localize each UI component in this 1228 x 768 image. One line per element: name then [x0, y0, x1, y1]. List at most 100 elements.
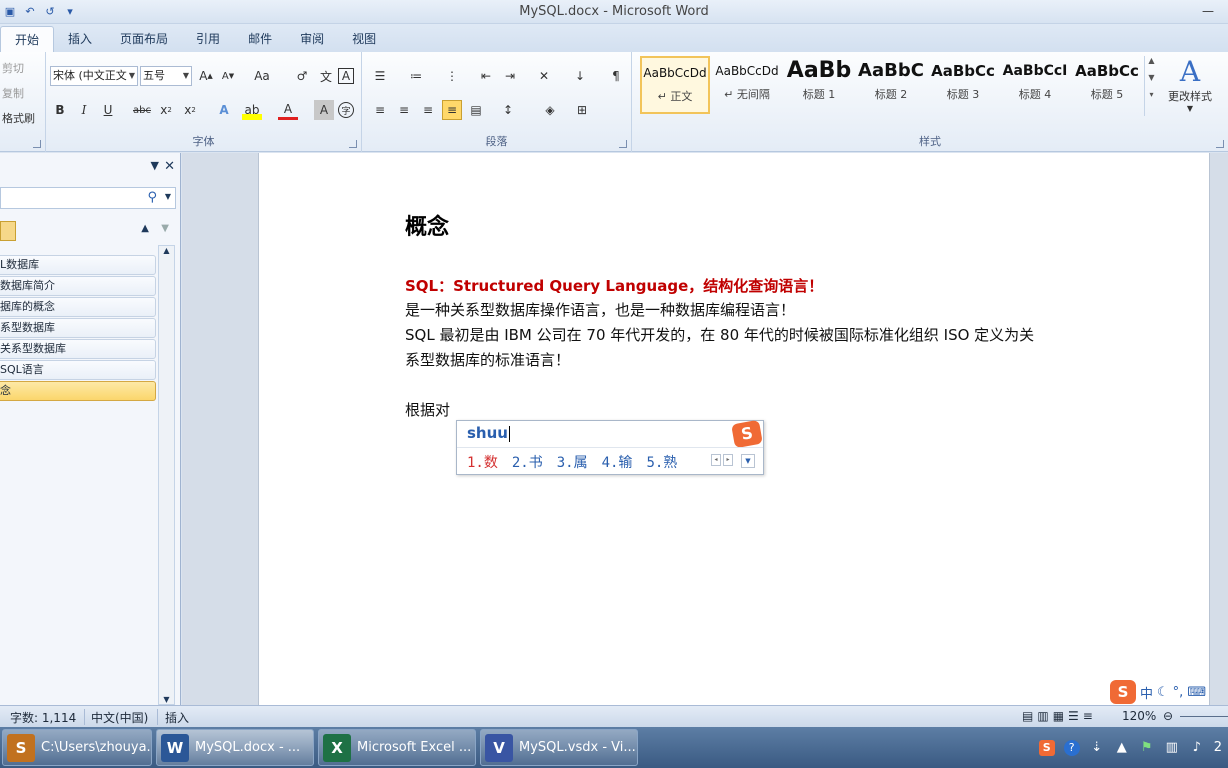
phonetic-guide-icon[interactable]: 文 — [316, 66, 336, 86]
ime-next-page-icon[interactable]: ▸ — [723, 454, 733, 466]
ime-lang-toggle[interactable]: 中 — [1140, 683, 1153, 702]
styles-launcher-icon[interactable] — [1216, 140, 1224, 148]
nav-heading-item[interactable]: 系型数据库 — [0, 318, 156, 338]
shrink-font-button[interactable]: A ▼ — [218, 66, 238, 86]
show-hidden-icon[interactable]: ▲ — [1114, 740, 1130, 756]
tab-view[interactable]: 视图 — [338, 26, 390, 52]
clock[interactable]: 2 — [1214, 740, 1222, 756]
enclose-char-icon[interactable]: 字 — [338, 102, 354, 118]
sogou-tray-icon[interactable]: S — [1038, 739, 1055, 756]
language-indicator[interactable]: 中文(中国) — [91, 709, 148, 726]
char-shading-button[interactable]: A — [314, 100, 334, 120]
strikethrough-button[interactable]: abc — [132, 100, 152, 120]
nav-search-input[interactable]: ⚲ ▼ — [0, 187, 176, 209]
usb-icon[interactable]: ⇣ — [1089, 740, 1105, 756]
text-effects-button[interactable]: A — [214, 100, 234, 120]
search-icon[interactable]: ⚲ — [147, 190, 157, 205]
grow-font-button[interactable]: A ▲ — [196, 66, 216, 86]
decrease-indent-icon[interactable]: ⇤ — [476, 66, 496, 86]
next-heading-icon[interactable]: ▼ — [161, 223, 169, 234]
style-heading-4[interactable]: AaBbCcI 标题 4 — [1000, 56, 1070, 114]
nav-heading-item[interactable]: SQL语言 — [0, 360, 156, 380]
clipboard-launcher-icon[interactable] — [33, 140, 41, 148]
styles-scroll[interactable]: ▲ ▼ ▾ — [1144, 56, 1158, 116]
multilevel-list-icon[interactable]: ⋮ — [442, 66, 462, 86]
zoom-out-icon[interactable]: ⊖ — [1163, 709, 1173, 723]
borders-icon[interactable]: ⊞ — [572, 100, 592, 120]
change-styles-button[interactable]: A 更改样式 ▼ — [1160, 56, 1220, 114]
ime-candidate[interactable]: 5.熟 — [646, 452, 677, 472]
tab-insert[interactable]: 插入 — [54, 26, 106, 52]
insert-mode[interactable]: 插入 — [165, 709, 189, 726]
chinese-layout-icon[interactable]: ✕ — [534, 66, 554, 86]
ime-candidate[interactable]: 3.属 — [557, 452, 588, 472]
justify-icon[interactable]: ≡ — [442, 100, 462, 120]
action-center-icon[interactable]: ⚑ — [1139, 740, 1155, 756]
scroll-up-icon[interactable]: ▲ — [159, 246, 174, 255]
italic-button[interactable]: I — [74, 100, 94, 120]
tab-page-layout[interactable]: 页面布局 — [106, 26, 182, 52]
tab-references[interactable]: 引用 — [182, 26, 234, 52]
bullets-icon[interactable]: ☰ — [370, 66, 390, 86]
style-normal[interactable]: AaBbCcDd ↵ 正文 — [640, 56, 710, 114]
underline-button[interactable]: U — [98, 100, 118, 120]
subscript-button[interactable]: x2 — [156, 100, 176, 120]
nav-heading-item-active[interactable]: 念 — [0, 381, 156, 401]
sort-icon[interactable]: ↓ — [570, 66, 590, 86]
chevron-down-icon[interactable]: ▼ — [1145, 73, 1158, 82]
align-left-icon[interactable]: ≡ — [370, 100, 390, 120]
taskbar-item-visio[interactable]: V MySQL.vsdx - Vi... — [480, 729, 638, 766]
ime-candidate[interactable]: 4.输 — [602, 452, 633, 472]
web-layout-icon[interactable]: ▦ — [1053, 709, 1068, 723]
cut-button[interactable]: 剪切 — [2, 60, 24, 76]
style-heading-1[interactable]: AaBb 标题 1 — [784, 56, 854, 114]
ime-menu-icon[interactable]: ▼ — [741, 454, 755, 468]
distributed-icon[interactable]: ▤ — [466, 100, 486, 120]
nav-heading-item[interactable]: L数据库 — [0, 255, 156, 275]
network-icon[interactable]: ▥ — [1164, 740, 1180, 756]
chevron-down-icon[interactable]: ▼ — [165, 192, 171, 201]
align-center-icon[interactable]: ≡ — [394, 100, 414, 120]
browse-headings-icon[interactable] — [0, 221, 16, 241]
sogou-logo-icon[interactable]: S — [1110, 680, 1136, 704]
font-name-combo[interactable]: 宋体 (中文正文 ▼ — [50, 66, 138, 86]
style-no-spacing[interactable]: AaBbCcDd ↵ 无间隔 — [712, 56, 782, 114]
punctuation-icon[interactable]: °, — [1173, 685, 1184, 700]
align-right-icon[interactable]: ≡ — [418, 100, 438, 120]
copy-button[interactable]: 复制 — [2, 85, 24, 101]
word-count[interactable]: 字数: 1,114 — [10, 709, 76, 726]
taskbar-item-excel[interactable]: X Microsoft Excel ... — [318, 729, 476, 766]
shading-icon[interactable]: ◈ — [540, 100, 560, 120]
nav-scrollbar[interactable]: ▲ ▼ — [158, 245, 175, 705]
font-color-button[interactable]: A — [278, 100, 298, 120]
minimize-button[interactable]: — — [1188, 0, 1228, 22]
previous-heading-icon[interactable]: ▲ — [141, 223, 149, 234]
style-heading-2[interactable]: AaBbC 标题 2 — [856, 56, 926, 114]
line-spacing-icon[interactable]: ↕ — [498, 100, 518, 120]
more-styles-icon[interactable]: ▾ — [1145, 90, 1158, 99]
scroll-down-icon[interactable]: ▼ — [159, 695, 174, 704]
ime-candidate[interactable]: 2.书 — [512, 452, 543, 472]
zoom-level[interactable]: 120% — [1122, 709, 1156, 723]
taskbar-item-explorer[interactable]: S C:\Users\zhouya... — [2, 729, 152, 766]
outline-icon[interactable]: ☰ — [1068, 709, 1083, 723]
tab-mailings[interactable]: 邮件 — [234, 26, 286, 52]
tab-home[interactable]: 开始 — [0, 26, 55, 52]
tab-review[interactable]: 审阅 — [286, 26, 338, 52]
keyboard-icon[interactable]: ⌨ — [1187, 685, 1206, 700]
font-launcher-icon[interactable] — [349, 140, 357, 148]
taskbar-item-word[interactable]: W MySQL.docx - ... — [156, 729, 314, 766]
clear-format-icon[interactable]: ♂ — [292, 66, 312, 86]
change-case-button[interactable]: Aa — [252, 66, 272, 86]
nav-heading-item[interactable]: 数据库简介 — [0, 276, 156, 296]
draft-icon[interactable]: ≡ — [1083, 709, 1097, 723]
chevron-up-icon[interactable]: ▲ — [1145, 56, 1158, 65]
show-marks-icon[interactable]: ¶ — [606, 66, 626, 86]
format-painter-button[interactable]: 格式刷 — [2, 110, 35, 126]
paragraph-launcher-icon[interactable] — [619, 140, 627, 148]
bold-button[interactable]: B — [50, 100, 70, 120]
style-heading-5[interactable]: AaBbCc 标题 5 — [1072, 56, 1142, 114]
nav-heading-item[interactable]: 据库的概念 — [0, 297, 156, 317]
char-border-icon[interactable]: A — [338, 68, 354, 84]
print-layout-icon[interactable]: ▤ — [1022, 709, 1037, 723]
